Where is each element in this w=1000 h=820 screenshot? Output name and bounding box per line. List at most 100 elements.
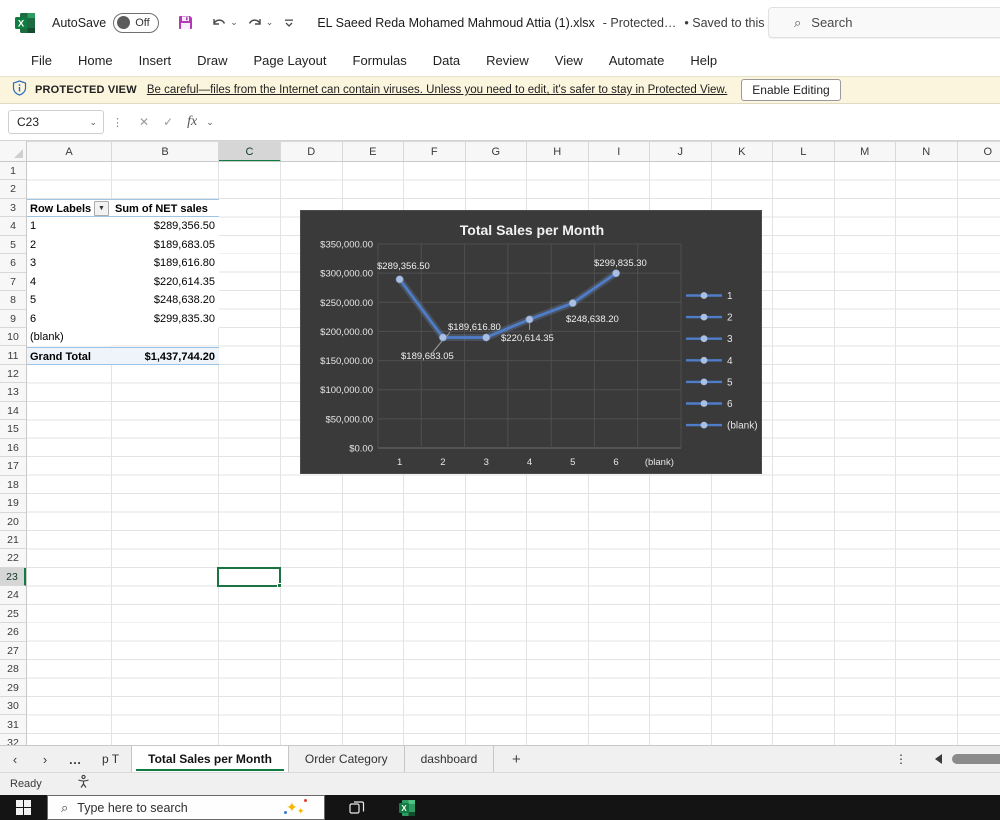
redo-button[interactable]: ⌄ [246, 15, 274, 31]
pivot-row-value[interactable]: $220,614.35 [112, 273, 219, 291]
autosave-control[interactable]: AutoSave Off [52, 13, 159, 33]
row-header-9[interactable]: 9 [0, 310, 26, 328]
row-header-11[interactable]: 11 [0, 347, 26, 365]
row-header-10[interactable]: 10 [0, 328, 26, 346]
ribbon-tab-help[interactable]: Help [677, 47, 730, 74]
sheet-tab-order-category[interactable]: Order Category [289, 746, 405, 772]
save-button[interactable] [177, 14, 194, 31]
data-label[interactable]: $189,683.05 [401, 351, 454, 362]
ribbon-tab-draw[interactable]: Draw [184, 47, 240, 74]
chart-title[interactable]: Total Sales per Month [460, 222, 604, 238]
sheet-nav-right[interactable]: › [30, 746, 60, 772]
row-header-1[interactable]: 1 [0, 162, 26, 180]
column-header-K[interactable]: K [712, 142, 774, 162]
pivot-row-label[interactable]: 1 [27, 217, 112, 235]
column-header-F[interactable]: F [404, 142, 466, 162]
ribbon-tab-review[interactable]: Review [473, 47, 542, 74]
row-header-21[interactable]: 21 [0, 531, 26, 549]
row-header-13[interactable]: 13 [0, 383, 26, 401]
column-header-B[interactable]: B [112, 142, 219, 162]
row-header-15[interactable]: 15 [0, 420, 26, 438]
column-header-E[interactable]: E [343, 142, 405, 162]
insert-function-icon[interactable]: fx [187, 114, 197, 130]
horizontal-scrollbar-thumb[interactable] [952, 754, 1000, 764]
ribbon-tab-formulas[interactable]: Formulas [340, 47, 420, 74]
pivot-row-label[interactable]: (blank) [27, 328, 112, 346]
chart-total-sales-per-month[interactable]: Total Sales per Month$0.00$50,000.00$100… [300, 210, 762, 474]
row-header-20[interactable]: 20 [0, 513, 26, 531]
row-header-27[interactable]: 27 [0, 642, 26, 660]
legend-entry-label[interactable]: 3 [727, 334, 733, 345]
data-point-marker[interactable] [483, 334, 490, 341]
column-header-I[interactable]: I [589, 142, 651, 162]
pivot-header-sum-net-sales[interactable]: Sum of NET sales [112, 199, 219, 217]
redo-dropdown-chevron[interactable]: ⌄ [266, 17, 274, 28]
task-view-icon[interactable] [337, 795, 377, 820]
pivot-row-label[interactable]: 6 [27, 310, 112, 328]
ribbon-tab-view[interactable]: View [542, 47, 596, 74]
row-header-7[interactable]: 7 [0, 273, 26, 291]
new-sheet-button[interactable]: + [494, 746, 538, 772]
row-header-5[interactable]: 5 [0, 236, 26, 254]
pivot-row-label[interactable]: 5 [27, 291, 112, 309]
pivot-row-value[interactable]: $189,683.05 [112, 236, 219, 254]
pivot-row-value[interactable]: $289,356.50 [112, 217, 219, 235]
row-header-28[interactable]: 28 [0, 660, 26, 678]
ribbon-tab-home[interactable]: Home [65, 47, 126, 74]
legend-entry-label[interactable]: 6 [727, 399, 733, 410]
search-box[interactable]: ⌕ Search [768, 7, 1000, 38]
row-header-31[interactable]: 31 [0, 716, 26, 734]
enter-icon[interactable]: ✓ [163, 115, 173, 129]
cancel-icon[interactable]: ✕ [139, 115, 149, 129]
column-header-M[interactable]: M [835, 142, 897, 162]
start-button[interactable] [0, 795, 47, 820]
row-header-25[interactable]: 25 [0, 605, 26, 623]
enable-editing-button[interactable]: Enable Editing [741, 79, 840, 101]
column-header-O[interactable]: O [958, 142, 1000, 162]
sheet-tab-total-sales-per-month[interactable]: Total Sales per Month [132, 746, 289, 772]
legend-entry-label[interactable]: 5 [727, 377, 733, 388]
row-header-3[interactable]: 3 [0, 199, 26, 217]
row-header-12[interactable]: 12 [0, 365, 26, 383]
row-header-26[interactable]: 26 [0, 623, 26, 641]
pivot-row-value[interactable]: $248,638.20 [112, 291, 219, 309]
tabbar-menu-icon[interactable]: ⋮ [895, 752, 907, 766]
autosave-toggle[interactable]: Off [113, 13, 159, 33]
ribbon-tab-automate[interactable]: Automate [596, 47, 678, 74]
selected-cell-C23[interactable] [217, 567, 281, 587]
undo-button[interactable]: ⌄ [210, 15, 238, 31]
row-header-22[interactable]: 22 [0, 549, 26, 567]
pivot-grand-total-label[interactable]: Grand Total [27, 347, 112, 365]
pivot-filter-dropdown[interactable]: ▼ [94, 201, 109, 216]
data-point-marker[interactable] [569, 299, 576, 306]
taskbar-search-box[interactable]: ⌕ Type here to search ✦✦ [47, 795, 325, 820]
data-point-marker[interactable] [526, 316, 533, 323]
column-header-L[interactable]: L [773, 142, 835, 162]
row-header-2[interactable]: 2 [0, 180, 26, 198]
row-header-19[interactable]: 19 [0, 494, 26, 512]
formula-bar-chevron[interactable]: ⌄ [206, 117, 214, 128]
ribbon-tab-insert[interactable]: Insert [126, 47, 185, 74]
pivot-row-label[interactable]: 3 [27, 254, 112, 272]
ribbon-tab-file[interactable]: File [18, 47, 65, 74]
sheet-tab-dashboard[interactable]: dashboard [405, 746, 495, 772]
pivot-row-value[interactable]: $189,616.80 [112, 254, 219, 272]
row-header-6[interactable]: 6 [0, 254, 26, 272]
protected-view-message[interactable]: Be careful—files from the Internet can c… [147, 84, 727, 96]
data-label[interactable]: $289,356.50 [377, 261, 430, 272]
accessibility-icon[interactable] [76, 774, 91, 794]
legend-entry-label[interactable]: (blank) [727, 421, 758, 432]
column-header-D[interactable]: D [281, 142, 343, 162]
column-header-G[interactable]: G [466, 142, 528, 162]
pivot-grand-total-value[interactable]: $1,437,744.20 [112, 347, 219, 365]
data-point-marker[interactable] [396, 276, 403, 283]
fill-handle[interactable] [277, 583, 282, 588]
column-header-J[interactable]: J [650, 142, 712, 162]
row-header-23[interactable]: 23 [0, 568, 26, 586]
ribbon-tab-page-layout[interactable]: Page Layout [241, 47, 340, 74]
name-box-chevron[interactable]: ⌄ [89, 117, 97, 128]
sheet-nav-more[interactable]: … [60, 746, 90, 772]
legend-entry-label[interactable]: 1 [727, 291, 733, 302]
row-header-32[interactable]: 32 [0, 734, 26, 745]
data-point-marker[interactable] [439, 334, 446, 341]
